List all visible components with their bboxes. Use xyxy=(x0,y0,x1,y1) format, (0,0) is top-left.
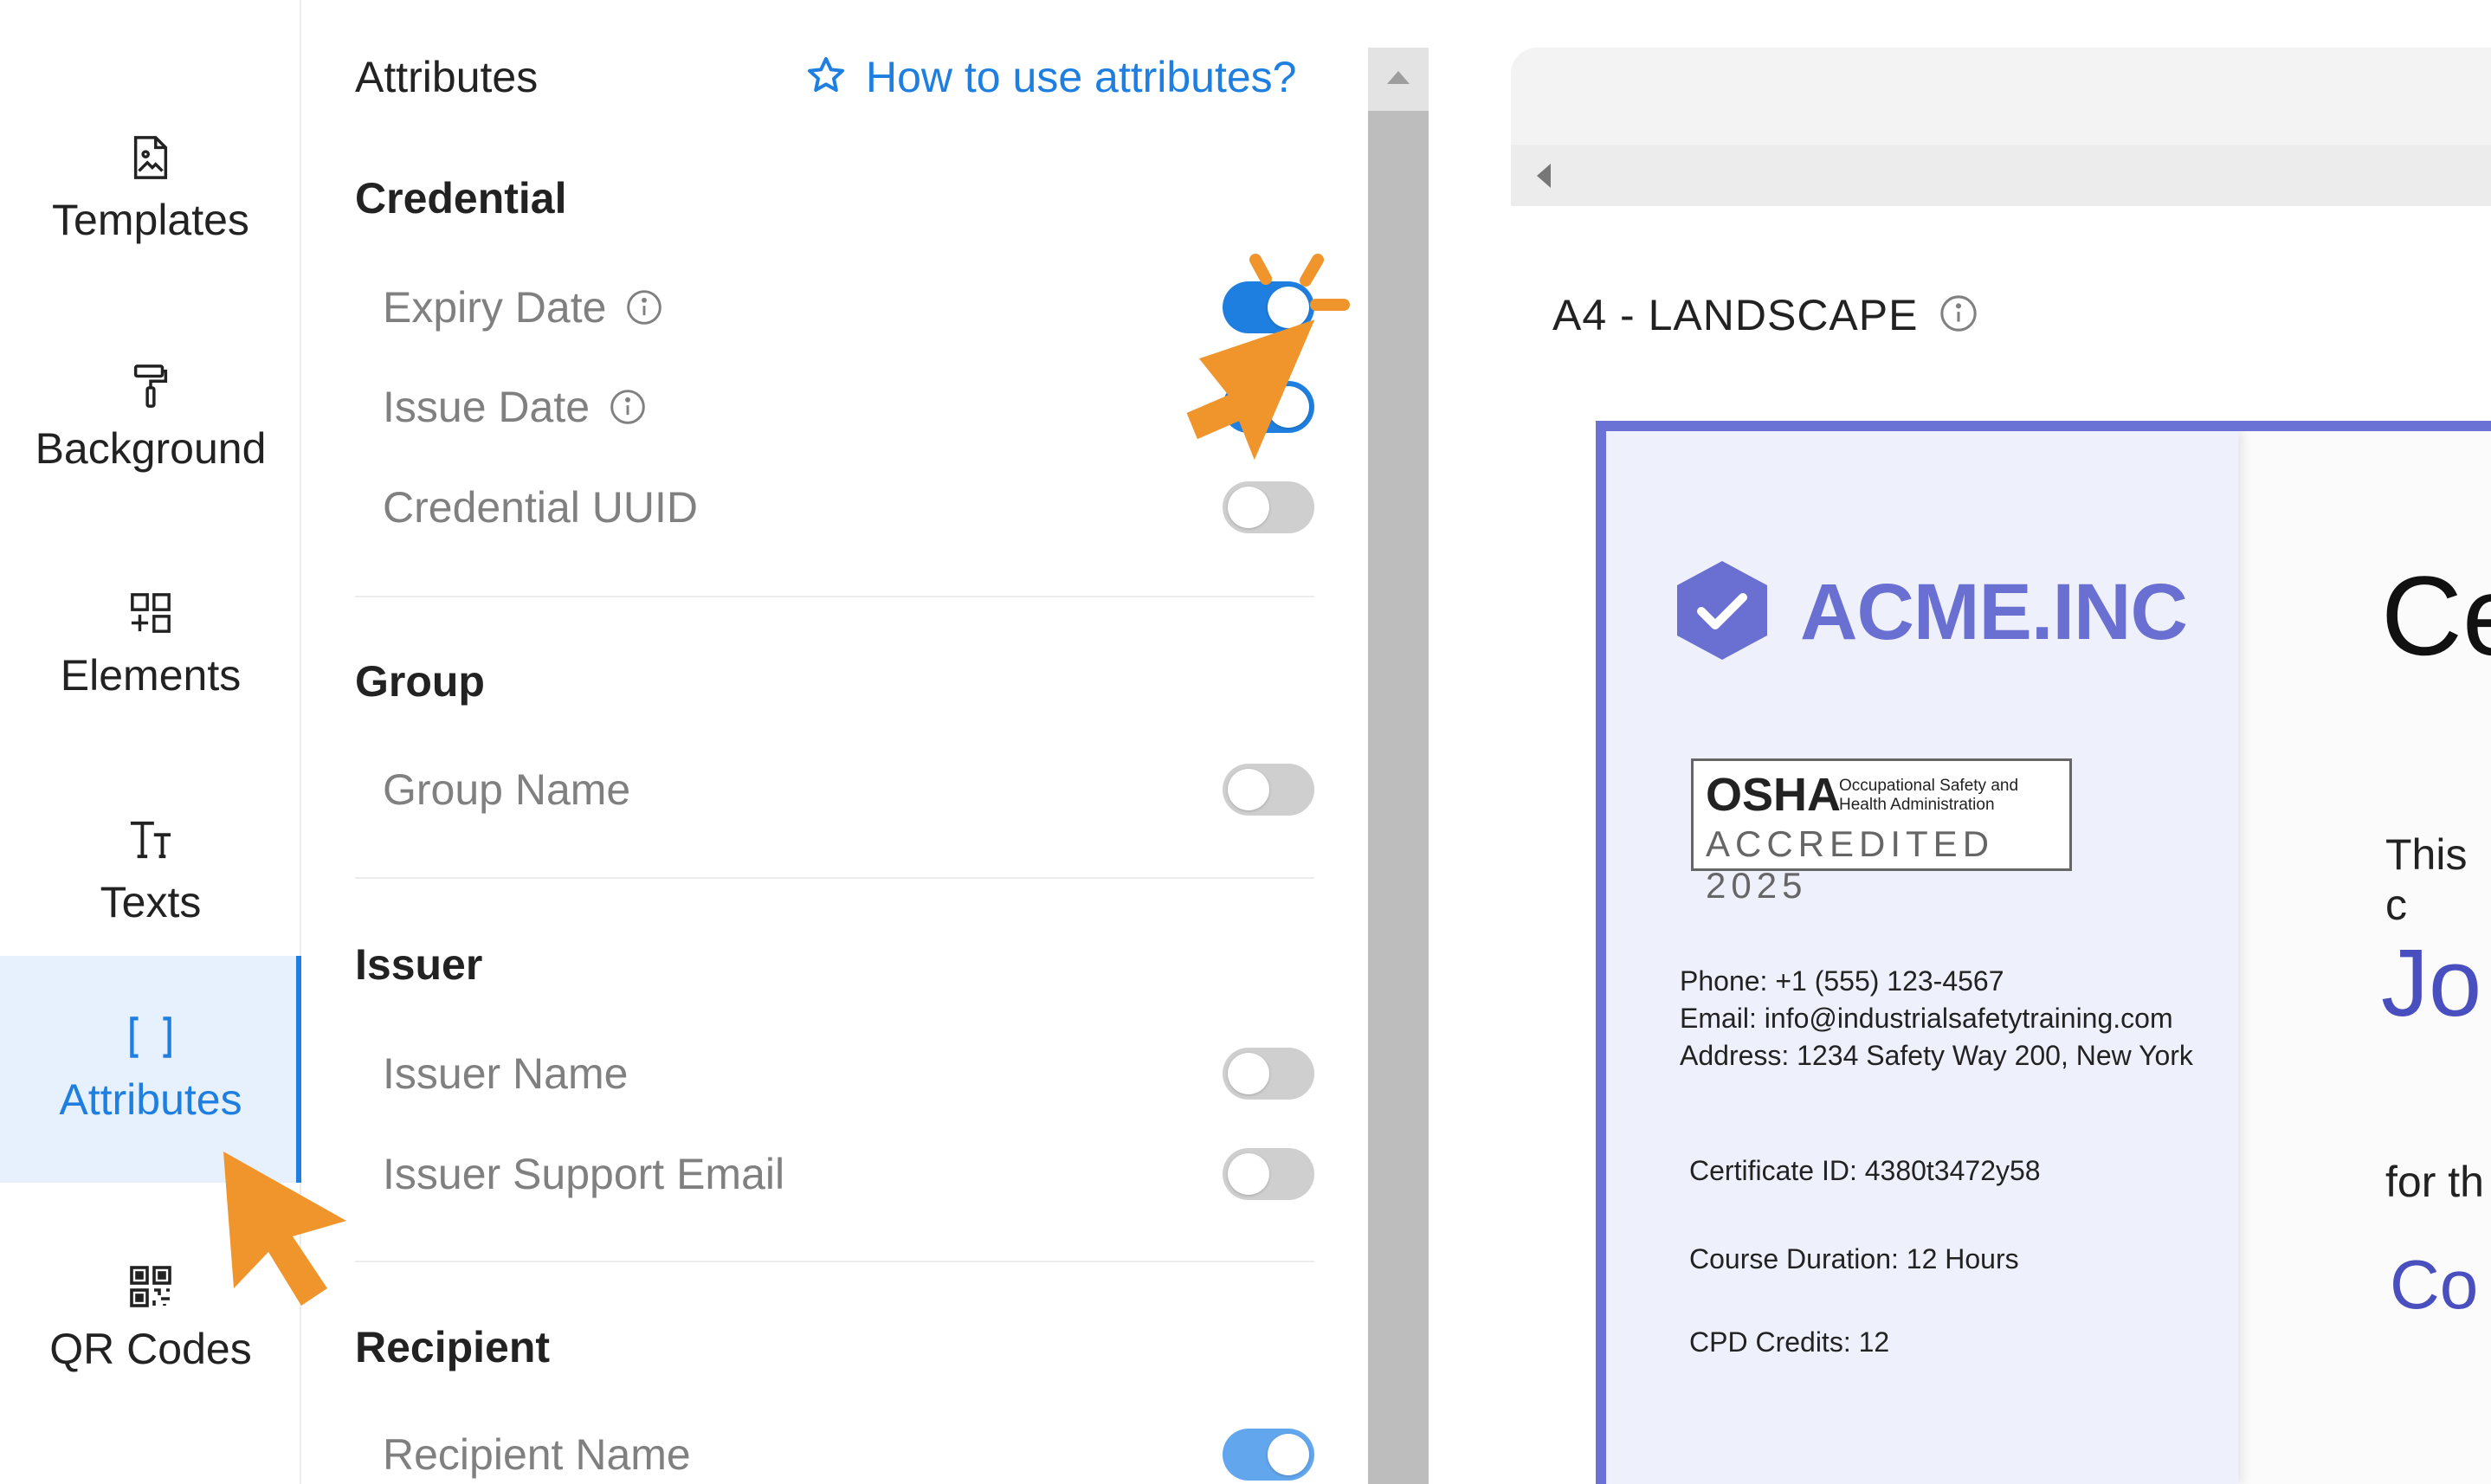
group-name-toggle[interactable] xyxy=(1223,764,1314,816)
credential-uuid-toggle[interactable] xyxy=(1223,481,1314,533)
osha-badge: OSHA Occupational Safety and Health Admi… xyxy=(1691,758,2072,906)
attribute-label: Credential UUID xyxy=(383,483,699,532)
attribute-row-issuer-support-email: Issuer Support Email xyxy=(355,1139,1314,1209)
panel-title: Attributes xyxy=(355,53,539,101)
course-duration: Course Duration: 12 Hours xyxy=(1689,1243,2019,1274)
contact-email: Email: info@industrialsafetytraining.com xyxy=(1680,1003,2173,1034)
scroll-up-button[interactable] xyxy=(1368,48,1429,110)
cpd-credits: CPD Credits: 12 xyxy=(1689,1326,1890,1358)
toggle-knob xyxy=(1228,769,1269,810)
certificate-title: Ce xyxy=(2381,552,2491,679)
attribute-label: Recipient Name xyxy=(383,1430,691,1479)
caret-up-icon xyxy=(1385,68,1411,90)
file-image-icon xyxy=(127,134,174,181)
toggle-knob xyxy=(1268,1434,1309,1475)
recipient-name-toggle[interactable] xyxy=(1223,1429,1314,1481)
certificate-left-panel: ACME.INC OSHA Occupational Safety and He… xyxy=(1606,431,2238,1484)
osha-title: OSHA xyxy=(1706,769,1842,821)
elements-grid-icon xyxy=(127,590,174,636)
scrollbar-thumb[interactable] xyxy=(1368,111,1429,1484)
brackets-icon xyxy=(127,1014,174,1061)
nav-item-elements[interactable]: Elements xyxy=(0,532,301,758)
info-icon[interactable] xyxy=(1939,294,1978,338)
recipient-name-text: Jo xyxy=(2381,930,2482,1036)
section-divider xyxy=(355,877,1314,879)
nav-item-attributes[interactable]: Attributes xyxy=(0,956,301,1183)
nav-item-label: Texts xyxy=(100,878,202,926)
attribute-row-expiry-date: Expiry Date xyxy=(355,273,1314,342)
nav-item-templates[interactable]: Templates xyxy=(0,76,301,303)
attribute-label: Issuer Support Email xyxy=(383,1150,785,1198)
qr-code-icon xyxy=(127,1263,174,1310)
section-title-recipient: Recipient xyxy=(355,1323,551,1371)
nav-item-label: QR Codes xyxy=(49,1325,252,1373)
section-title-issuer: Issuer xyxy=(355,940,483,989)
attribute-label: Expiry Date xyxy=(383,283,607,332)
certificate-logo: ACME.INC xyxy=(1675,559,2188,666)
nav-item-label: Elements xyxy=(60,651,242,700)
how-to-use-attributes-label: How to use attributes? xyxy=(866,53,1297,101)
certificate-intro-text: This c xyxy=(2385,830,2468,929)
certificate-for-text: for th xyxy=(2385,1158,2484,1206)
toggle-knob xyxy=(1268,287,1309,328)
contact-address: Address: 1234 Safety Way 200, New York xyxy=(1680,1040,2193,1071)
nav-item-label: Attributes xyxy=(59,1075,242,1124)
nav-item-label: Background xyxy=(35,424,267,473)
toggle-knob xyxy=(1228,487,1269,528)
info-icon[interactable] xyxy=(625,288,663,326)
attribute-row-group-name: Group Name xyxy=(355,755,1314,824)
paint-roller-icon xyxy=(127,363,174,410)
canvas-toolbar xyxy=(1511,48,2491,206)
section-title-group: Group xyxy=(355,657,485,706)
shield-check-icon xyxy=(1675,559,1769,666)
how-to-use-attributes-link[interactable]: How to use attributes? xyxy=(805,52,1297,102)
certificate-id: Certificate ID: 4380t3472y58 xyxy=(1689,1155,2041,1186)
section-title-credential: Credential xyxy=(355,174,567,223)
nav-item-texts[interactable]: Texts xyxy=(0,758,301,985)
section-divider xyxy=(355,596,1314,597)
attribute-label: Issue Date xyxy=(383,383,590,431)
attribute-row-recipient-name: Recipient Name xyxy=(355,1420,1314,1484)
nav-item-background[interactable]: Background xyxy=(0,305,301,532)
toggle-knob xyxy=(1228,1153,1269,1195)
osha-subtitle: Occupational Safety and Health Administr… xyxy=(1839,777,2019,814)
toggle-knob xyxy=(1228,1053,1269,1094)
company-name: ACME.INC xyxy=(1800,568,2188,656)
info-icon[interactable] xyxy=(609,388,647,426)
text-size-icon xyxy=(127,816,174,863)
nav-item-label: Templates xyxy=(52,196,249,244)
attribute-row-credential-uuid: Credential UUID xyxy=(355,473,1314,542)
section-divider xyxy=(355,1261,1314,1262)
osha-accredited: ACCREDITED 2025 xyxy=(1706,823,1995,906)
attributes-panel: Attributes How to use attributes? Creden… xyxy=(303,0,1368,1484)
attribute-row-issuer-name: Issuer Name xyxy=(355,1039,1314,1108)
page-size-label: A4 - LANDSCAPE xyxy=(1552,290,1978,340)
certificate-preview[interactable]: ACME.INC OSHA Occupational Safety and He… xyxy=(1596,421,2491,1484)
contact-info: Phone: +1 (555) 123-4567 Email: info@ind… xyxy=(1680,963,2193,1074)
contact-phone: Phone: +1 (555) 123-4567 xyxy=(1680,965,2004,997)
toolbar-strip xyxy=(1511,145,2491,206)
page-size-text: A4 - LANDSCAPE xyxy=(1552,291,1919,339)
attribute-label: Issuer Name xyxy=(383,1049,629,1098)
issuer-name-toggle[interactable] xyxy=(1223,1048,1314,1100)
issuer-support-email-toggle[interactable] xyxy=(1223,1148,1314,1200)
caret-left-icon[interactable] xyxy=(1528,158,1563,193)
nav-item-qr-codes[interactable]: QR Codes xyxy=(0,1205,301,1432)
expiry-date-toggle[interactable] xyxy=(1223,281,1314,333)
attribute-row-issue-date: Issue Date xyxy=(355,372,1314,442)
course-name-text: Co xyxy=(2390,1246,2479,1323)
attribute-label: Group Name xyxy=(383,765,631,814)
toggle-knob xyxy=(1268,386,1309,428)
star-icon xyxy=(805,55,847,100)
left-nav: Templates Background Elements Texts Attr… xyxy=(0,0,301,1484)
issue-date-toggle[interactable] xyxy=(1223,381,1314,433)
